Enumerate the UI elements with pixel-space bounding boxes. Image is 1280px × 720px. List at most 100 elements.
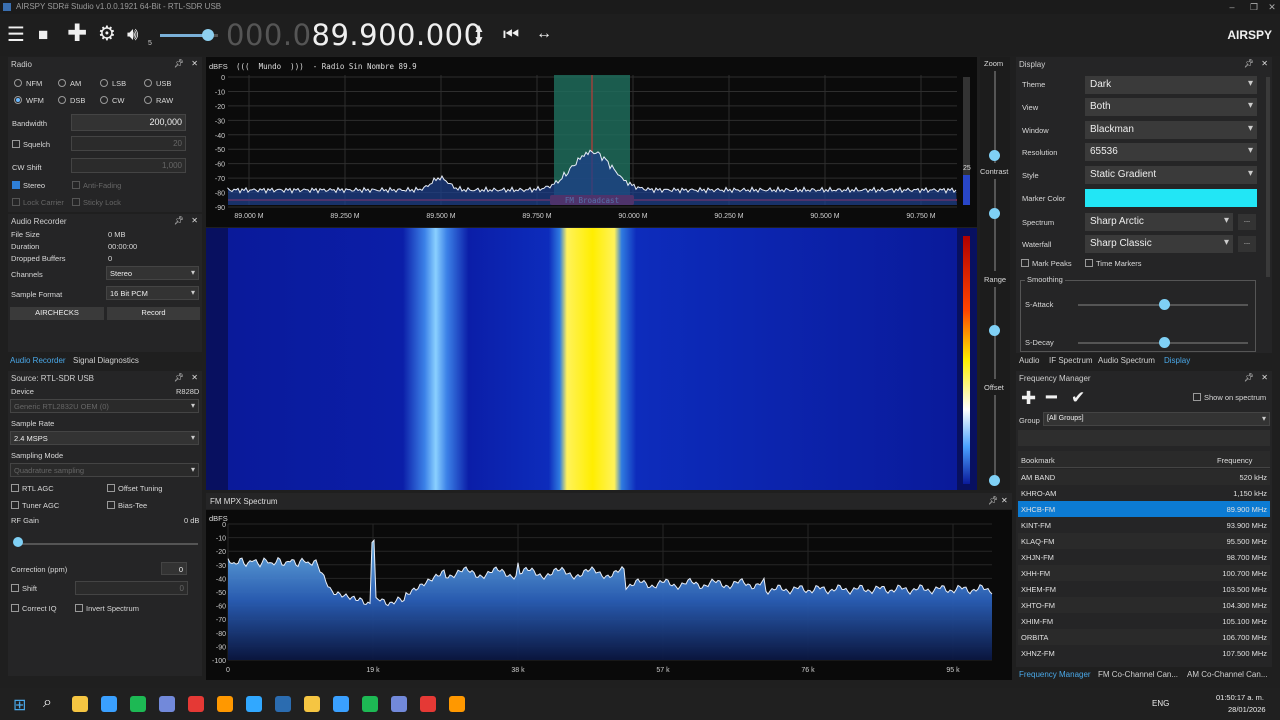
- tab-frequency-manager[interactable]: Frequency Manager: [1019, 670, 1091, 679]
- lock-carrier-checkbox[interactable]: [12, 198, 20, 206]
- bookmark-row[interactable]: XHTO-FM 104.300 MHz: [1018, 597, 1270, 613]
- spectrum-more-button[interactable]: ...: [1238, 214, 1256, 230]
- mode-cw-radio[interactable]: [100, 96, 108, 104]
- mpx-spectrum-display[interactable]: 0 -10 -20 -30 -40 -50 -60 -70 -80 -90 -100 0 19 k 38 …: [206, 510, 1012, 680]
- bandwidth-field[interactable]: 200,000: [71, 114, 186, 131]
- app-icon[interactable]: [101, 696, 117, 712]
- apply-bookmark-icon[interactable]: ✔: [1071, 388, 1085, 408]
- language-indicator[interactable]: ENG: [1152, 699, 1169, 708]
- app-icon[interactable]: [304, 696, 320, 712]
- offset-tuning-checkbox[interactable]: [107, 484, 115, 492]
- sample-rate-select[interactable]: 2.4 MSPS: [10, 431, 199, 445]
- chrome-icon[interactable]: [275, 696, 291, 712]
- mode-lsb-radio[interactable]: [100, 79, 108, 87]
- bookmark-row[interactable]: AM BAND 520 kHz: [1018, 469, 1270, 485]
- remove-bookmark-icon[interactable]: ━: [1046, 387, 1057, 407]
- bookmark-row[interactable]: XHIM-FM 105.100 MHz: [1018, 613, 1270, 629]
- waterfall-more-button[interactable]: ...: [1238, 236, 1256, 252]
- close-icon[interactable]: ✕: [1001, 496, 1008, 505]
- search-icon[interactable]: ⌕: [43, 694, 52, 712]
- gear-icon[interactable]: ⚙: [98, 24, 116, 44]
- correction-field[interactable]: 0: [161, 562, 187, 575]
- s-attack-knob[interactable]: [1159, 299, 1170, 310]
- rf-gain-knob[interactable]: [13, 537, 23, 547]
- mpx-plot[interactable]: 0-10-20-30-40-50-60-70-80-90-1000 19 k 38 …: [206, 510, 1012, 680]
- style-select[interactable]: Static Gradient: [1085, 166, 1257, 184]
- mode-wfm-radio[interactable]: [14, 96, 22, 104]
- close-button[interactable]: ✕: [1266, 1, 1278, 13]
- close-icon[interactable]: ✕: [1261, 373, 1268, 382]
- add-icon[interactable]: ✚: [67, 22, 87, 46]
- spectrum-display[interactable]: 0 -10 -20 -30 -40 -50 -60 -70 -80 -90 89.000 M 89.2…: [206, 57, 977, 227]
- marker-color-swatch[interactable]: [1085, 189, 1257, 207]
- spectrum-style-select[interactable]: Sharp Arctic: [1085, 213, 1233, 231]
- rf-gain-slider[interactable]: [14, 543, 198, 545]
- spectrum-plot[interactable]: 0 -10 -20 -30 -40 -50 -60 -70 -80 -90 89.000 M 89.2…: [206, 57, 977, 227]
- pin-icon[interactable]: 📌︎: [1244, 373, 1254, 382]
- photoshop-icon[interactable]: [333, 696, 349, 712]
- bookmark-row[interactable]: XHNZ-FM 107.500 MHz: [1018, 645, 1270, 661]
- range-knob[interactable]: [989, 325, 1000, 336]
- mode-am-radio[interactable]: [58, 79, 66, 87]
- app-icon[interactable]: [159, 696, 175, 712]
- channels-select[interactable]: Stereo: [106, 266, 199, 280]
- close-icon[interactable]: ✕: [191, 216, 198, 225]
- minimize-button[interactable]: –: [1226, 1, 1238, 13]
- sdr-app-icon[interactable]: [449, 696, 465, 712]
- pin-icon[interactable]: 📌︎: [174, 216, 184, 225]
- pin-icon[interactable]: 📌︎: [174, 59, 184, 68]
- span-icon[interactable]: ↔: [536, 24, 552, 44]
- waterfall-plot[interactable]: [206, 228, 977, 490]
- menu-icon[interactable]: ☰: [7, 25, 25, 45]
- resolution-select[interactable]: 65536: [1085, 143, 1257, 161]
- file-explorer-icon[interactable]: [72, 696, 88, 712]
- tab-signal-diagnostics[interactable]: Signal Diagnostics: [73, 356, 139, 365]
- tab-audio-spectrum[interactable]: Audio Spectrum: [1098, 356, 1155, 365]
- bookmark-search-box[interactable]: [1018, 430, 1270, 446]
- offset-slider[interactable]: [994, 395, 996, 485]
- mode-dsb-radio[interactable]: [58, 96, 66, 104]
- skip-icon[interactable]: ⏮: [503, 24, 519, 44]
- mode-usb-radio[interactable]: [144, 79, 152, 87]
- tab-if-spectrum[interactable]: IF Spectrum: [1049, 356, 1093, 365]
- tab-fm-co-channel[interactable]: FM Co-Channel Can...: [1098, 670, 1178, 679]
- record-button[interactable]: Record: [107, 307, 200, 320]
- mode-raw-radio[interactable]: [144, 96, 152, 104]
- maximize-button[interactable]: ❐: [1248, 1, 1260, 13]
- sample-format-select[interactable]: 16 Bit PCM: [106, 286, 199, 300]
- bookmark-row[interactable]: KINT-FM 93.900 MHz: [1018, 517, 1270, 533]
- bookmark-row[interactable]: XHCB-FM 89.900 MHz: [1018, 501, 1270, 517]
- shift-checkbox[interactable]: [11, 584, 19, 592]
- stop-icon[interactable]: ■: [38, 25, 48, 45]
- bookmark-row[interactable]: XHJN-FM 98.700 MHz: [1018, 549, 1270, 565]
- window-select[interactable]: Blackman: [1085, 121, 1257, 139]
- clock-time[interactable]: 01:50:17 a. m.: [1216, 693, 1264, 702]
- airchecks-button[interactable]: AIRCHECKS: [10, 307, 104, 320]
- sampling-mode-select[interactable]: Quadrature sampling: [10, 463, 199, 477]
- youtube-icon[interactable]: [420, 696, 436, 712]
- col-frequency[interactable]: Frequency: [1217, 456, 1252, 465]
- speaker-icon[interactable]: 🔊︎: [127, 24, 138, 44]
- view-select[interactable]: Both: [1085, 98, 1257, 116]
- waterfall-style-select[interactable]: Sharp Classic: [1085, 235, 1233, 253]
- waterfall-display[interactable]: [206, 228, 977, 490]
- volume-slider[interactable]: [160, 29, 218, 41]
- mode-nfm-radio[interactable]: [14, 79, 22, 87]
- group-select[interactable]: [All Groups]: [1043, 412, 1270, 426]
- discord-icon[interactable]: [188, 696, 204, 712]
- show-on-spectrum-checkbox[interactable]: [1193, 393, 1201, 401]
- contrast-slider[interactable]: [994, 179, 996, 271]
- add-bookmark-icon[interactable]: ✚: [1021, 388, 1036, 408]
- bookmark-row[interactable]: KHRO-AM 1,150 kHz: [1018, 485, 1270, 501]
- contrast-knob[interactable]: [989, 208, 1000, 219]
- tab-audio[interactable]: Audio: [1019, 356, 1039, 365]
- tuner-agc-checkbox[interactable]: [11, 501, 19, 509]
- anti-fading-checkbox[interactable]: [72, 181, 80, 189]
- tab-audio-recorder[interactable]: Audio Recorder: [10, 356, 66, 365]
- bookmark-row[interactable]: XHH-FM 100.700 MHz: [1018, 565, 1270, 581]
- app-icon[interactable]: [391, 696, 407, 712]
- zoom-knob[interactable]: [989, 150, 1000, 161]
- close-icon[interactable]: ✕: [1261, 59, 1268, 68]
- device-select[interactable]: Generic RTL2832U OEM (0): [10, 399, 199, 413]
- spotify-icon[interactable]: [130, 696, 146, 712]
